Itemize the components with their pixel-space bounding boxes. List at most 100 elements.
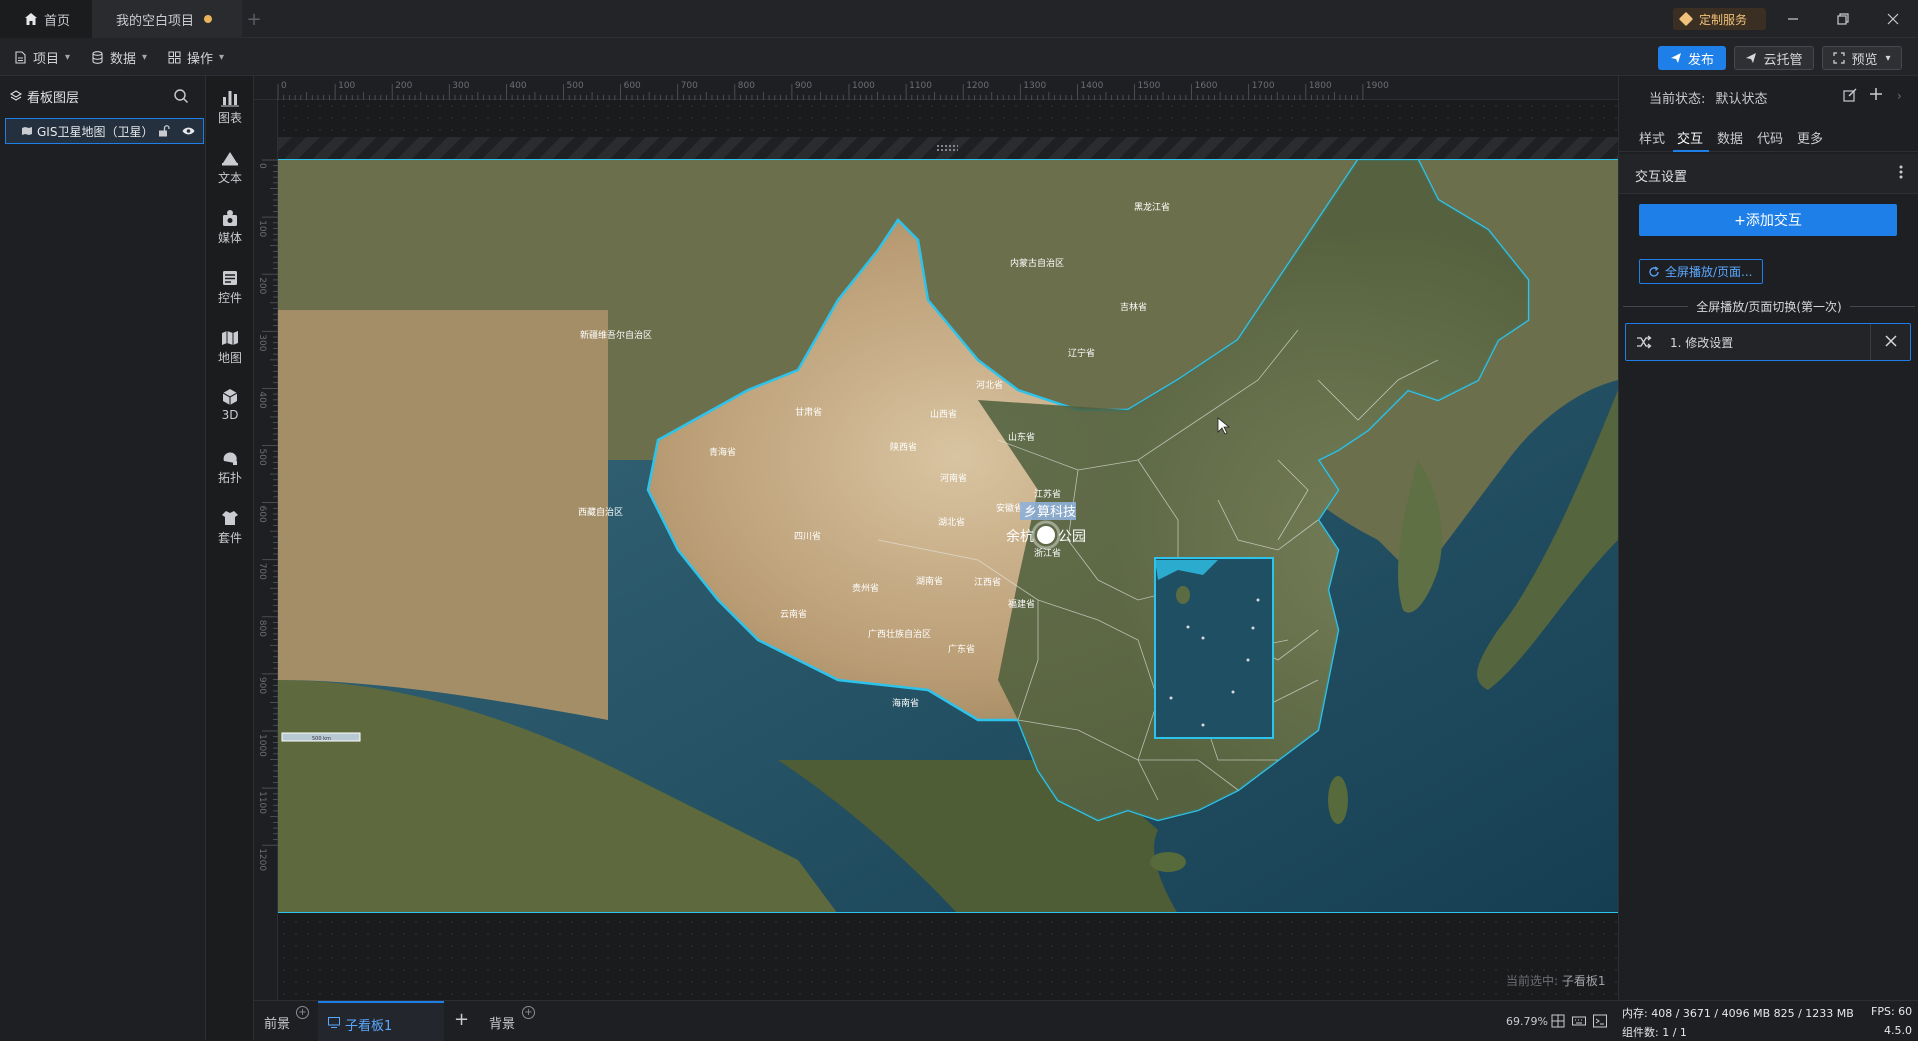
close-window-button[interactable] [1870, 0, 1916, 38]
title-bar: 首页 我的空白项目 + 定制服务 [0, 0, 1918, 38]
chevron-right-icon[interactable]: › [1897, 89, 1905, 103]
add-interaction-button[interactable]: +添加交互 [1639, 204, 1897, 236]
refresh-icon [1649, 265, 1659, 277]
ruler-label: 500 [567, 81, 584, 91]
keyboard-icon[interactable] [1572, 1014, 1586, 1028]
chevron-down-icon: ▾ [65, 51, 71, 63]
trigger-chip[interactable]: 全屏播放/页面... [1639, 259, 1763, 284]
component-map-label: 地图 [217, 350, 242, 365]
satellite-map[interactable]: 黑龙江省 内蒙古自治区 吉林省 辽宁省 新疆维吾尔自治区 河北省 山西省 山东省 甘肃省 陕西省 青… [278, 159, 1618, 913]
component-media[interactable]: 媒体 [206, 204, 254, 250]
search-icon[interactable] [173, 88, 189, 104]
ruler-label: 600 [624, 81, 641, 91]
cloud-host-label: 云托管 [1763, 52, 1803, 68]
unlock-icon[interactable] [158, 125, 170, 137]
fullscreen-icon [1833, 52, 1846, 64]
tab-project[interactable]: 我的空白项目 [92, 0, 242, 38]
add-background-icon[interactable]: + [522, 1006, 535, 1019]
send-icon [1746, 53, 1757, 63]
ruler-label: 1900 [1366, 81, 1389, 91]
background-tab[interactable]: 背景 [489, 1013, 515, 1032]
restore-icon [1837, 13, 1849, 25]
tab-project-label: 我的空白项目 [116, 13, 195, 29]
map-canvas[interactable]: 黑龙江省内蒙古自治区吉林省辽宁省 新疆维吾尔自治区河北省山西省山东省 甘肃省陕西省 青… [278, 160, 1618, 913]
component-control[interactable]: 控件 [206, 264, 254, 310]
horizontal-ruler: 0 100 200 300 400 500 600 700 800 900 1000 1100 1200… [254, 76, 1618, 100]
cloud-host-button[interactable]: 云托管 [1734, 46, 1814, 70]
ruler-label: 100 [338, 81, 355, 91]
foreground-tab[interactable]: 前景 [264, 1013, 290, 1032]
preview-button[interactable]: 预览 ▾ [1822, 46, 1902, 70]
toolbar: 项目 ▾ 数据 ▾ 操作 ▾ 发布 云托管 预览 ▾ [0, 38, 1918, 76]
ruler-label: 1200 [966, 81, 989, 91]
component-3d[interactable]: 3D [206, 382, 254, 428]
province-label: 云南省 [780, 608, 807, 620]
chevron-down-icon: ▾ [219, 51, 225, 63]
tab-data[interactable]: 数据 [1717, 128, 1743, 147]
tab-home[interactable]: 首页 [0, 0, 92, 38]
marker-sublabel: 余杭 [1006, 528, 1034, 545]
add-foreground-icon[interactable]: + [296, 1006, 309, 1019]
menu-project[interactable]: 项目 ▾ [14, 47, 70, 67]
eye-icon[interactable] [182, 125, 195, 137]
component-topology[interactable]: 拓扑 [206, 444, 254, 490]
component-3d-label: 3D [221, 408, 239, 422]
province-label: 陕西省 [890, 441, 917, 453]
component-control-label: 控件 [217, 290, 242, 305]
selection-info: 当前选中: 子看板1 [1506, 972, 1606, 989]
ruler-label: 600 [257, 506, 267, 523]
layer-item[interactable]: GIS卫星地图（卫星） [5, 118, 204, 144]
terminal-icon[interactable] [1593, 1014, 1607, 1028]
minimize-button[interactable] [1770, 0, 1816, 38]
close-icon [1887, 13, 1899, 25]
drag-handle-icon[interactable] [936, 144, 958, 152]
component-text-label: 文本 [217, 170, 242, 185]
custom-service-button[interactable]: 定制服务 [1673, 8, 1766, 30]
publish-button[interactable]: 发布 [1658, 46, 1726, 70]
tab-interaction[interactable]: 交互 [1677, 128, 1703, 147]
menu-data-label: 数据 [110, 51, 137, 67]
map-scale-bar: 500 km [281, 732, 361, 742]
ruler-label: 700 [257, 563, 267, 580]
add-state-icon[interactable] [1869, 87, 1883, 101]
home-icon [25, 13, 37, 25]
edit-icon[interactable] [1843, 88, 1857, 102]
action-item[interactable]: 1. 修改设置 [1625, 323, 1911, 361]
selection-value: 子看板1 [1561, 974, 1606, 988]
fit-screen-icon[interactable] [1551, 1014, 1565, 1028]
action-label: 1. 修改设置 [1670, 336, 1734, 350]
chart-icon [221, 90, 239, 106]
state-label: 当前状态: [1649, 92, 1706, 107]
component-media-label: 媒体 [217, 230, 242, 245]
chevron-down-icon: ▾ [1885, 52, 1891, 64]
close-icon[interactable] [1884, 334, 1898, 348]
more-vertical-icon[interactable] [1899, 164, 1903, 180]
tab-more[interactable]: 更多 [1797, 128, 1823, 147]
cube-icon [222, 389, 238, 405]
properties-panel: 当前状态: 默认状态 › 样式 交互 数据 代码 更多 交互设置 +添加交互 全… [1618, 76, 1918, 1000]
tab-style[interactable]: 样式 [1639, 128, 1665, 147]
menu-data[interactable]: 数据 ▾ [91, 47, 147, 67]
zoom-level[interactable]: 69.79% [1506, 1015, 1548, 1028]
board-header-strip[interactable] [278, 137, 1618, 159]
status-bar: 内存: 408 / 3671 / 4096 MB 825 / 1233 MB F… [1618, 1000, 1918, 1040]
suite-icon [222, 510, 238, 525]
ruler-label: 1000 [257, 734, 267, 757]
map-icon [22, 127, 32, 135]
vertical-ruler: 0 100 200 300 400 500 600 700 800 900 1000 1100 1200 [254, 100, 278, 1000]
add-board-button[interactable]: + [454, 1009, 469, 1030]
database-icon [92, 50, 103, 64]
component-suite[interactable]: 套件 [206, 504, 254, 550]
component-text[interactable]: 文本 [206, 144, 254, 190]
menu-operate[interactable]: 操作 ▾ [168, 47, 224, 67]
component-chart[interactable]: 图表 [206, 84, 254, 130]
selection-prefix: 当前选中: [1506, 974, 1559, 988]
component-map[interactable]: 地图 [206, 324, 254, 370]
property-tabs: 样式 交互 数据 代码 更多 [1619, 120, 1918, 152]
component-chart-label: 图表 [217, 110, 242, 125]
active-board-tab[interactable]: 子看板1 [318, 1001, 444, 1041]
tab-code[interactable]: 代码 [1757, 128, 1783, 147]
restore-button[interactable] [1820, 0, 1866, 38]
new-tab-button[interactable]: + [244, 0, 264, 38]
province-label: 内蒙古自治区 [1010, 257, 1064, 269]
